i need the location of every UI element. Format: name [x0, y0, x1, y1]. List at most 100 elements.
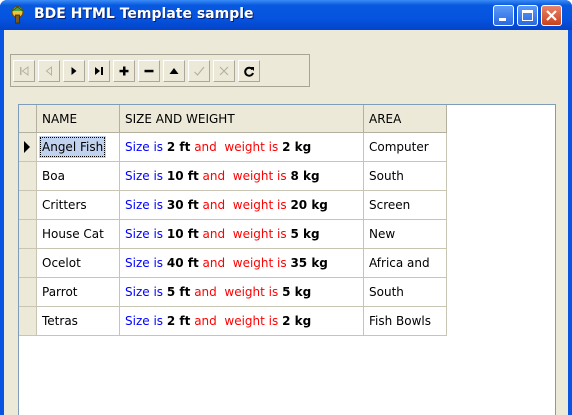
- weight-label: and weight is: [202, 198, 287, 212]
- minimize-button[interactable]: [493, 5, 514, 26]
- minus-icon: [144, 69, 154, 73]
- cell-name-text: House Cat: [42, 227, 104, 241]
- size-value: 2 ft: [166, 314, 191, 328]
- cell-name-text: Angel Fish: [39, 136, 107, 158]
- next-record-button[interactable]: [63, 60, 85, 82]
- size-label: Size is: [125, 198, 164, 212]
- close-button[interactable]: [541, 5, 562, 26]
- size-value: 2 ft: [166, 140, 191, 154]
- weight-label: and weight is: [202, 256, 287, 270]
- weight-label: and weight is: [194, 314, 279, 328]
- weight-value: 2 kg: [282, 314, 312, 328]
- row-indicator-cell[interactable]: [19, 249, 37, 278]
- close-icon: [546, 10, 557, 21]
- cell-size-weight[interactable]: Size is 5 ft and weight is 5 kg: [120, 278, 364, 307]
- cell-size-weight[interactable]: Size is 2 ft and weight is 2 kg: [120, 133, 364, 162]
- cell-size-weight[interactable]: Size is 30 ft and weight is 20 kg: [120, 191, 364, 220]
- size-label: Size is: [125, 169, 164, 183]
- title-bar[interactable]: BDE HTML Template sample: [0, 0, 572, 30]
- plus-icon: [119, 66, 129, 76]
- header-indicator-cell: [19, 105, 37, 133]
- cell-size-weight[interactable]: Size is 10 ft and weight is 8 kg: [120, 162, 364, 191]
- prior-icon: [45, 65, 52, 77]
- size-label: Size is: [125, 140, 164, 154]
- minimize-icon: [499, 18, 506, 21]
- delete-record-button[interactable]: [138, 60, 160, 82]
- last-icon: [95, 67, 103, 75]
- cell-name[interactable]: Angel Fish: [37, 133, 120, 162]
- cell-area[interactable]: South: [364, 278, 447, 307]
- size-label: Size is: [125, 227, 164, 241]
- window-title: BDE HTML Template sample: [34, 6, 254, 22]
- weight-value: 8 kg: [290, 169, 320, 183]
- cancel-edit-button[interactable]: [213, 60, 235, 82]
- first-record-button[interactable]: [13, 60, 35, 82]
- prior-record-button[interactable]: [38, 60, 60, 82]
- weight-value: 35 kg: [290, 256, 328, 270]
- cell-size-weight[interactable]: Size is 2 ft and weight is 2 kg: [120, 307, 364, 336]
- weight-label: and weight is: [202, 169, 287, 183]
- column-header-size-weight[interactable]: SIZE AND WEIGHT: [120, 105, 364, 133]
- size-value: 5 ft: [166, 285, 191, 299]
- weight-label: and weight is: [194, 140, 279, 154]
- cell-name[interactable]: Tetras: [37, 307, 120, 336]
- cell-area[interactable]: Screen: [364, 191, 447, 220]
- client-area: NAME SIZE AND WEIGHT AREA Angel Fish Size…: [4, 30, 568, 415]
- cell-name-text: Boa: [42, 169, 65, 183]
- db-navigator: [10, 54, 310, 87]
- cell-name[interactable]: Parrot: [37, 278, 120, 307]
- row-indicator-cell[interactable]: [19, 307, 37, 336]
- insert-record-button[interactable]: [113, 60, 135, 82]
- cell-name-text: Tetras: [42, 314, 78, 328]
- cell-size-weight[interactable]: Size is 40 ft and weight is 35 kg: [120, 249, 364, 278]
- edit-record-button[interactable]: [163, 60, 185, 82]
- current-row-arrow-icon: [24, 141, 30, 153]
- size-value: 30 ft: [166, 198, 199, 212]
- first-icon: [20, 66, 29, 76]
- row-indicator-cell[interactable]: [19, 133, 37, 162]
- cell-name-text: Parrot: [42, 285, 78, 299]
- cell-area[interactable]: Africa and: [364, 249, 447, 278]
- post-record-button[interactable]: [188, 60, 210, 82]
- cell-name[interactable]: House Cat: [37, 220, 120, 249]
- row-indicator-cell[interactable]: [19, 162, 37, 191]
- row-indicator-cell[interactable]: [19, 278, 37, 307]
- last-record-button[interactable]: [88, 60, 110, 82]
- cell-area[interactable]: New: [364, 220, 447, 249]
- column-header-name[interactable]: NAME: [37, 105, 120, 133]
- refresh-icon: [244, 66, 254, 77]
- check-icon: [194, 66, 205, 76]
- size-value: 10 ft: [166, 169, 199, 183]
- refresh-button[interactable]: [238, 60, 260, 82]
- cell-name[interactable]: Boa: [37, 162, 120, 191]
- app-window: BDE HTML Template sample NAME SIZE AND W…: [0, 0, 572, 415]
- maximize-icon: [522, 10, 533, 21]
- size-value: 10 ft: [166, 227, 199, 241]
- weight-value: 2 kg: [282, 140, 312, 154]
- size-value: 40 ft: [166, 256, 199, 270]
- cell-area[interactable]: Computer: [364, 133, 447, 162]
- maximize-button[interactable]: [517, 5, 538, 26]
- size-label: Size is: [125, 285, 164, 299]
- weight-label: and weight is: [202, 227, 287, 241]
- cell-area[interactable]: South: [364, 162, 447, 191]
- up-triangle-icon: [169, 68, 179, 74]
- weight-value: 5 kg: [290, 227, 320, 241]
- column-header-area[interactable]: AREA: [364, 105, 447, 133]
- cell-name[interactable]: Critters: [37, 191, 120, 220]
- cell-name[interactable]: Ocelot: [37, 249, 120, 278]
- app-icon: [11, 6, 24, 24]
- size-label: Size is: [125, 256, 164, 270]
- cell-area[interactable]: Fish Bowls: [364, 307, 447, 336]
- row-indicator-cell[interactable]: [19, 191, 37, 220]
- weight-label: and weight is: [194, 285, 279, 299]
- x-icon: [219, 66, 229, 76]
- row-indicator-cell[interactable]: [19, 220, 37, 249]
- cell-name-text: Critters: [42, 198, 87, 212]
- size-label: Size is: [125, 314, 164, 328]
- data-grid[interactable]: NAME SIZE AND WEIGHT AREA Angel Fish Size…: [18, 104, 556, 415]
- cell-size-weight[interactable]: Size is 10 ft and weight is 5 kg: [120, 220, 364, 249]
- next-icon: [71, 67, 77, 75]
- weight-value: 5 kg: [282, 285, 312, 299]
- weight-value: 20 kg: [290, 198, 328, 212]
